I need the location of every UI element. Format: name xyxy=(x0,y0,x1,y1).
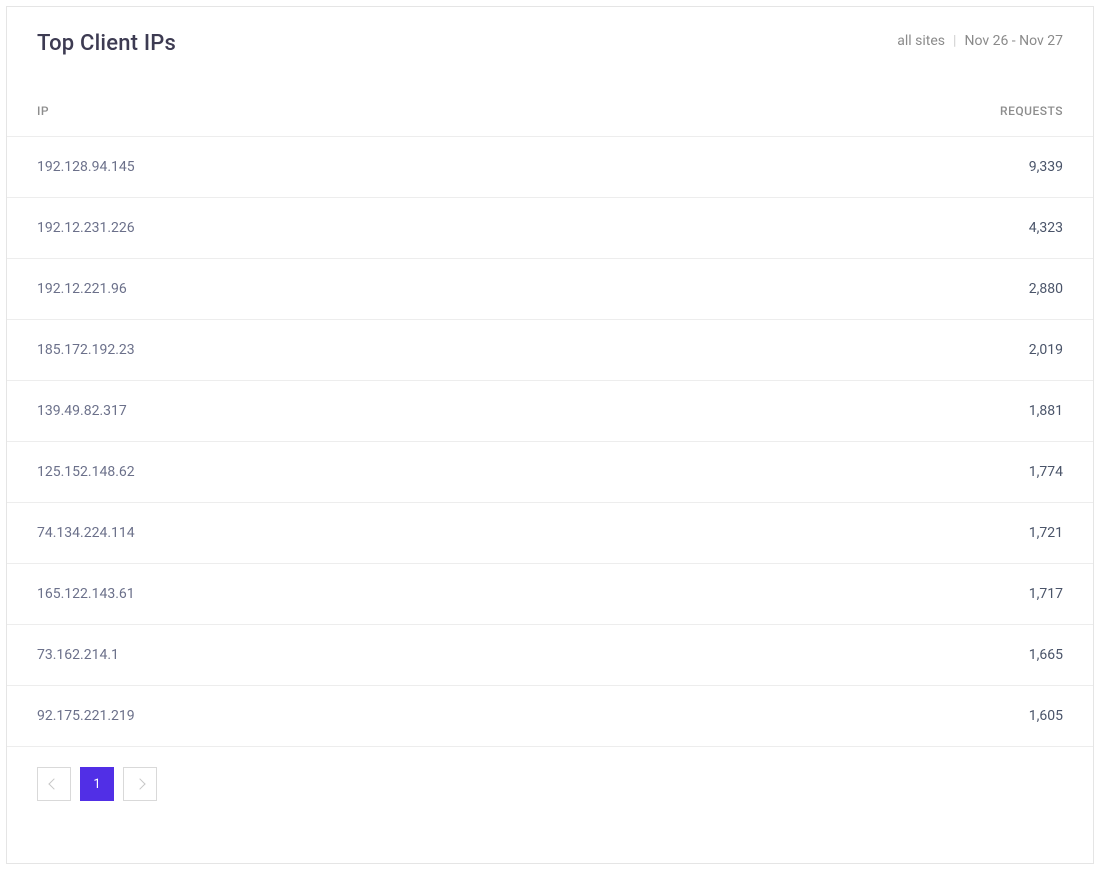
table-row: 139.49.82.317 1,881 xyxy=(7,381,1093,442)
page-1-button[interactable]: 1 xyxy=(80,767,114,801)
ip-cell: 73.162.214.1 xyxy=(37,647,119,663)
table-row: 192.128.94.145 9,339 xyxy=(7,137,1093,198)
chevron-left-icon xyxy=(48,778,59,789)
panel-title: Top Client IPs xyxy=(37,31,176,56)
col-header-requests: REQUESTS xyxy=(1000,104,1063,118)
ip-cell: 139.49.82.317 xyxy=(37,403,127,419)
prev-page-button[interactable] xyxy=(37,767,71,801)
ip-cell: 192.128.94.145 xyxy=(37,159,135,175)
table-row: 192.12.221.96 2,880 xyxy=(7,259,1093,320)
requests-cell: 1,665 xyxy=(1029,647,1063,663)
table-row: 125.152.148.62 1,774 xyxy=(7,442,1093,503)
ip-cell: 74.134.224.114 xyxy=(37,525,135,541)
requests-cell: 4,323 xyxy=(1029,220,1063,236)
col-header-ip: IP xyxy=(37,104,49,118)
requests-cell: 1,717 xyxy=(1029,586,1063,602)
table-row: 165.122.143.61 1,717 xyxy=(7,564,1093,625)
header-meta: all sites | Nov 26 - Nov 27 xyxy=(897,31,1063,49)
chevron-right-icon xyxy=(134,778,145,789)
ip-cell: 185.172.192.23 xyxy=(37,342,135,358)
top-client-ips-panel: Top Client IPs all sites | Nov 26 - Nov … xyxy=(6,6,1094,864)
table-row: 185.172.192.23 2,019 xyxy=(7,320,1093,381)
requests-cell: 1,605 xyxy=(1029,708,1063,724)
requests-cell: 2,019 xyxy=(1029,342,1063,358)
table-row: 92.175.221.219 1,605 xyxy=(7,686,1093,747)
sites-filter-label[interactable]: all sites xyxy=(897,33,945,49)
meta-separator: | xyxy=(953,33,956,49)
ip-cell: 92.175.221.219 xyxy=(37,708,135,724)
ip-cell: 125.152.148.62 xyxy=(37,464,135,480)
table-row: 73.162.214.1 1,665 xyxy=(7,625,1093,686)
requests-cell: 2,880 xyxy=(1029,281,1063,297)
requests-cell: 1,774 xyxy=(1029,464,1063,480)
panel-header: Top Client IPs all sites | Nov 26 - Nov … xyxy=(7,7,1093,86)
table-row: 192.12.231.226 4,323 xyxy=(7,198,1093,259)
next-page-button[interactable] xyxy=(123,767,157,801)
pagination: 1 xyxy=(7,747,1093,821)
ip-cell: 192.12.231.226 xyxy=(37,220,135,236)
table-header: IP REQUESTS xyxy=(7,86,1093,137)
requests-cell: 9,339 xyxy=(1029,159,1063,175)
requests-cell: 1,881 xyxy=(1029,403,1063,419)
ip-cell: 192.12.221.96 xyxy=(37,281,127,297)
date-range-label[interactable]: Nov 26 - Nov 27 xyxy=(964,33,1063,49)
requests-cell: 1,721 xyxy=(1029,525,1063,541)
table-row: 74.134.224.114 1,721 xyxy=(7,503,1093,564)
ip-cell: 165.122.143.61 xyxy=(37,586,135,602)
